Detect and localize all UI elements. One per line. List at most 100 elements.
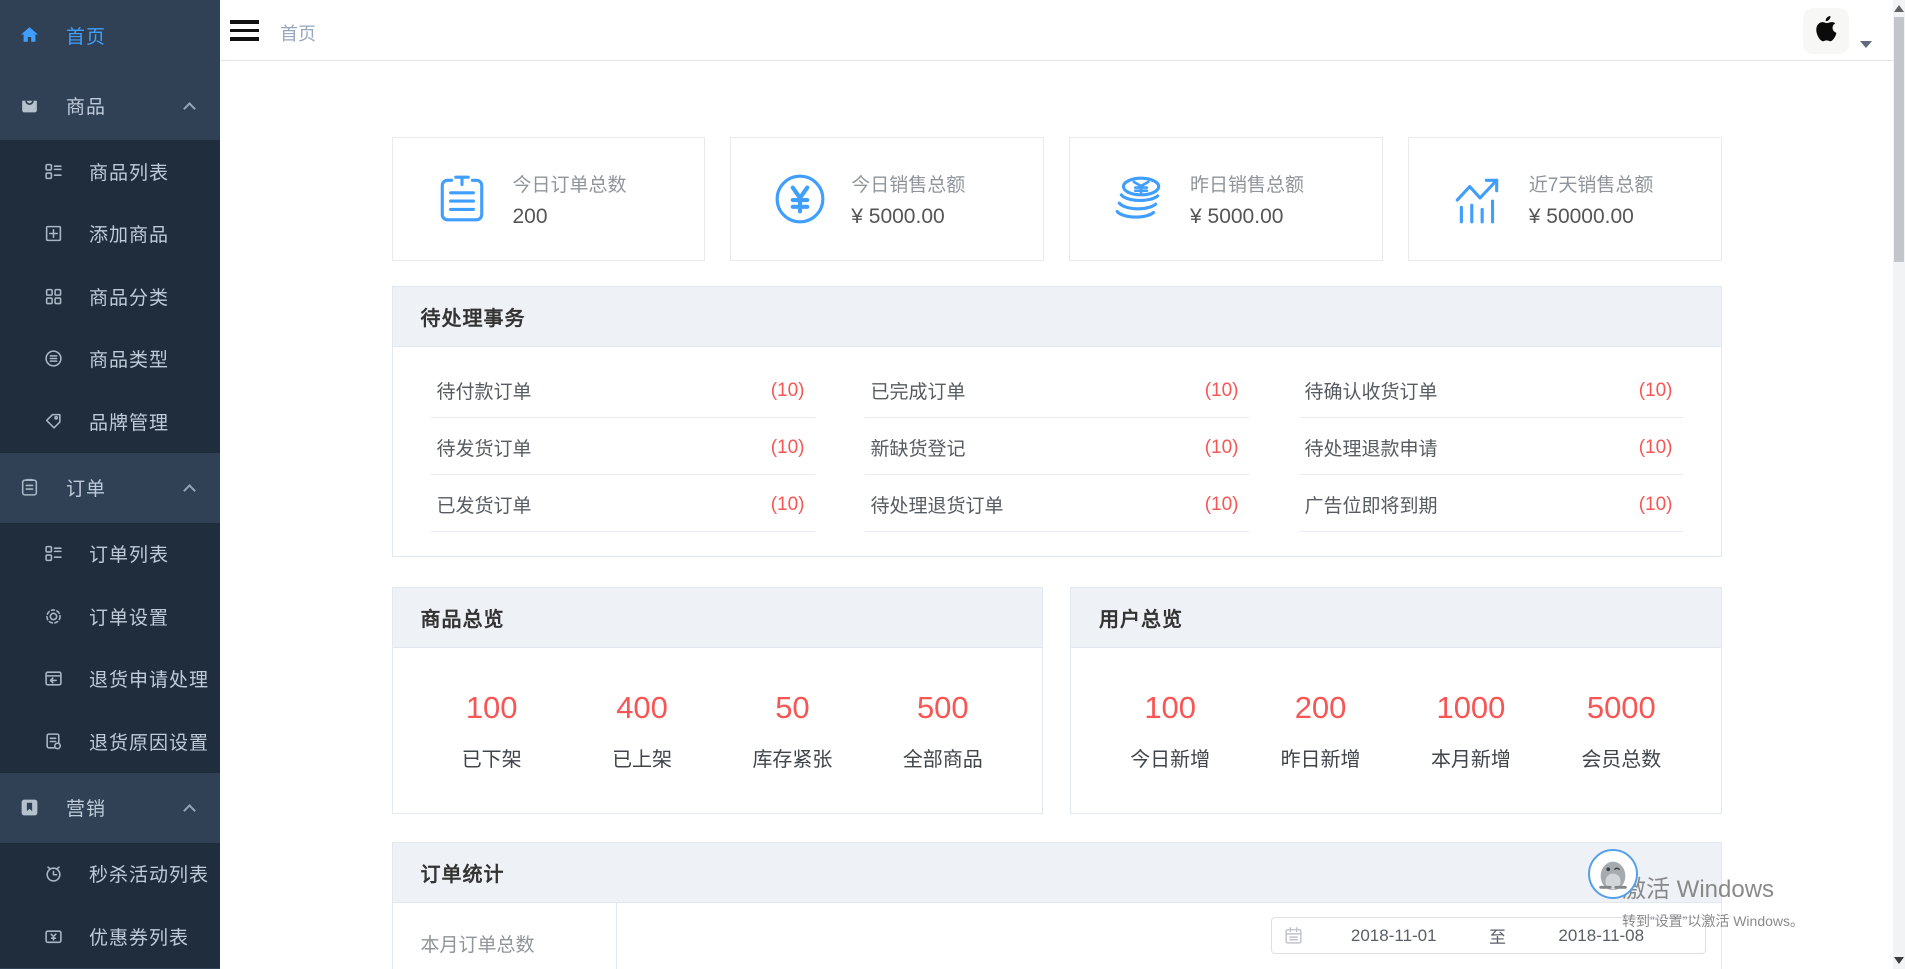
- member-overview-panel: 用户总览 100 今日新增 200 昨日新增 1000 本: [1070, 587, 1722, 814]
- sidebar-item-label: 商品类型: [89, 345, 169, 372]
- sidebar-item-product-type[interactable]: 商品类型: [0, 328, 220, 391]
- sidebar-item-add-product[interactable]: 添加商品: [0, 203, 220, 266]
- hamburger-menu-icon[interactable]: [230, 20, 259, 41]
- bag-icon: [19, 95, 40, 116]
- sidebar-item-home[interactable]: 首页: [0, 0, 220, 70]
- stat-new-today[interactable]: 100 今日新增: [1095, 690, 1245, 772]
- dashboard-container: 今日订单总数 200 今日销售总额 ¥ 5000.00: [392, 137, 1722, 969]
- pending-count: (10): [1205, 437, 1239, 459]
- circle-list-icon: [44, 349, 63, 368]
- sidebar-item-order-settings[interactable]: 订单设置: [0, 585, 220, 648]
- sidebar-item-label: 品牌管理: [89, 408, 169, 435]
- stat-on-shelf[interactable]: 400 已上架: [567, 690, 717, 772]
- pending-count: (10): [771, 380, 805, 402]
- pending-item-shipped-orders[interactable]: 已发货订单 (10): [431, 475, 815, 532]
- clipboard-gear-icon: [44, 732, 63, 751]
- sidebar-item-label: 秒杀活动列表: [89, 860, 209, 887]
- sidebar-item-product-list[interactable]: 商品列表: [0, 140, 220, 203]
- stat-card-row: 今日订单总数 200 今日销售总额 ¥ 5000.00: [392, 137, 1722, 261]
- stat-new-yesterday[interactable]: 200 昨日新增: [1245, 690, 1395, 772]
- date-separator: 至: [1485, 923, 1510, 948]
- stat-card-yesterday-sales[interactable]: 昨日销售总额 ¥ 5000.00: [1069, 137, 1383, 261]
- pending-item-confirm-receipt-orders[interactable]: 待确认收货订单 (10): [1299, 361, 1683, 418]
- stat-off-shelf[interactable]: 100 已下架: [417, 690, 567, 772]
- sidebar-group-order[interactable]: 订单: [0, 453, 220, 523]
- sidebar-item-label: 优惠券列表: [89, 923, 189, 950]
- vertical-scrollbar[interactable]: [1893, 0, 1905, 969]
- home-icon: [19, 25, 40, 46]
- watermark-line1: 激活 Windows: [1622, 869, 1804, 904]
- pending-count: (10): [1205, 494, 1239, 516]
- sidebar-item-label: 退货原因设置: [89, 728, 209, 755]
- pending-count: (10): [1639, 437, 1673, 459]
- category-grid-icon: [44, 287, 63, 306]
- stat-card-week-sales[interactable]: 近7天销售总额 ¥ 50000.00: [1408, 137, 1722, 261]
- product-overview-panel: 商品总览 100 已下架 400 已上架 50 库存紧张: [392, 587, 1044, 814]
- sidebar-submenu-marketing: 秒杀活动列表 优惠券列表: [0, 843, 220, 968]
- stat-total-members[interactable]: 5000 会员总数: [1546, 690, 1696, 772]
- member-overview-header: 用户总览: [1071, 588, 1721, 648]
- sidebar-group-product[interactable]: 商品: [0, 70, 220, 140]
- trend-up-icon: [1451, 172, 1505, 226]
- panel-title: 用户总览: [1099, 603, 1183, 632]
- pending-item-refund-requests[interactable]: 待处理退款申请 (10): [1299, 418, 1683, 475]
- sidebar-group-marketing[interactable]: 营销: [0, 773, 220, 843]
- stat-value: 1000: [1396, 690, 1546, 726]
- stat-card-text: 近7天销售总额 ¥ 50000.00: [1529, 170, 1654, 229]
- stat-card-today-sales[interactable]: 今日销售总额 ¥ 5000.00: [730, 137, 1044, 261]
- sidebar-group-label: 商品: [66, 92, 106, 119]
- order-stats-month-cell: 本月订单总数 10000: [393, 903, 617, 969]
- stat-value: 400: [567, 690, 717, 726]
- sidebar-item-label: 商品分类: [89, 283, 169, 310]
- sidebar-item-brand-management[interactable]: 品牌管理: [0, 390, 220, 453]
- date-start-input[interactable]: 2018-11-01: [1303, 926, 1486, 946]
- stat-all-products[interactable]: 500 全部商品: [868, 690, 1018, 772]
- yen-circle-icon: [773, 172, 827, 226]
- sidebar-item-return-apply[interactable]: 退货申请处理: [0, 648, 220, 711]
- avatar[interactable]: [1803, 8, 1849, 54]
- pending-list: 待付款订单 (10) 已完成订单 (10) 待确认收货订单 (10) 待发货订单…: [393, 347, 1721, 556]
- breadcrumb: 首页: [280, 20, 316, 46]
- scrollbar-thumb[interactable]: [1894, 17, 1904, 262]
- sidebar-item-order-list[interactable]: 订单列表: [0, 523, 220, 586]
- watermark-line2: 转到“设置”以激活 Windows。: [1622, 911, 1804, 931]
- sidebar-item-flash-sale-list[interactable]: 秒杀活动列表: [0, 843, 220, 906]
- clipboard-list-icon: [435, 172, 489, 226]
- stat-card-label: 今日订单总数: [513, 170, 627, 197]
- tag-icon: [44, 412, 63, 431]
- pending-count: (10): [771, 494, 805, 516]
- pending-item-ads-expiring[interactable]: 广告位即将到期 (10): [1299, 475, 1683, 532]
- pending-count: (10): [1639, 380, 1673, 402]
- sidebar-item-coupon-list[interactable]: 优惠券列表: [0, 905, 220, 968]
- stat-label: 会员总数: [1546, 743, 1696, 772]
- stat-label: 已下架: [417, 743, 567, 772]
- coins-icon: [1112, 172, 1166, 226]
- caret-down-icon[interactable]: [1860, 41, 1872, 48]
- stat-card-text: 昨日销售总额 ¥ 5000.00: [1190, 170, 1304, 229]
- stat-new-month[interactable]: 1000 本月新增: [1396, 690, 1546, 772]
- stat-card-today-orders[interactable]: 今日订单总数 200: [392, 137, 706, 261]
- pending-item-unpaid-orders[interactable]: 待付款订单 (10): [431, 361, 815, 418]
- product-overview-stats: 100 已下架 400 已上架 50 库存紧张 500: [393, 648, 1043, 813]
- sidebar-submenu-product: 商品列表 添加商品 商品分类 商品类型: [0, 140, 220, 453]
- sidebar-item-label: 订单列表: [89, 540, 169, 567]
- pending-item-return-orders[interactable]: 待处理退货订单 (10): [865, 475, 1249, 532]
- sidebar-item-product-category[interactable]: 商品分类: [0, 265, 220, 328]
- product-overview-header: 商品总览: [393, 588, 1043, 648]
- scroll-down-arrow-icon[interactable]: [1894, 957, 1904, 964]
- pending-item-out-of-stock[interactable]: 新缺货登记 (10): [865, 418, 1249, 475]
- qq-contact-button[interactable]: [1588, 849, 1638, 899]
- grid-list-icon: [44, 544, 63, 563]
- grid-list-icon: [44, 162, 63, 181]
- main-content: 今日订单总数 200 今日销售总额 ¥ 5000.00: [220, 61, 1893, 969]
- stat-low-stock[interactable]: 50 库存紧张: [717, 690, 867, 772]
- sidebar-item-label: 添加商品: [89, 220, 169, 247]
- stat-card-label: 今日销售总额: [851, 170, 965, 197]
- scroll-up-arrow-icon[interactable]: [1894, 5, 1904, 12]
- sidebar-item-return-reason[interactable]: 退货原因设置: [0, 710, 220, 773]
- sidebar-item-label: 商品列表: [89, 158, 169, 185]
- pending-item-completed-orders[interactable]: 已完成订单 (10): [865, 361, 1249, 418]
- sidebar: 首页 商品 商品列表 添加商品: [0, 0, 220, 969]
- pending-item-to-ship-orders[interactable]: 待发货订单 (10): [431, 418, 815, 475]
- stat-value: 200: [1245, 690, 1395, 726]
